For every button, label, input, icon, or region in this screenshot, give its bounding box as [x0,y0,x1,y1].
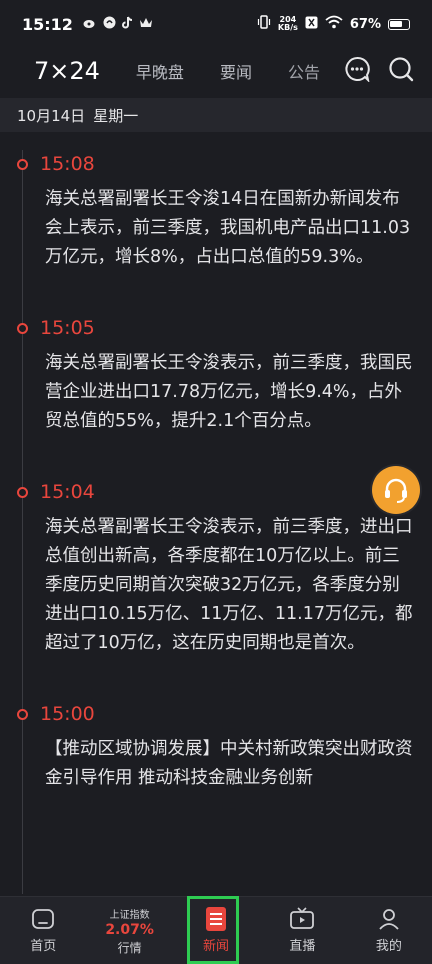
customer-service-button[interactable] [372,466,420,514]
date-bar: 10月14日 星期一 [0,98,432,132]
market-index-name: 上证指数 [109,909,150,921]
feed-time: 15:08 [40,153,95,175]
news-icon [206,907,227,931]
bottom-nav: 首页 上证指数 2.07% 行情 新闻 直播 我的 [0,896,432,964]
status-bar: 15:12 204 KB/s 67% [0,0,432,48]
profile-icon [379,909,399,930]
nav-home[interactable]: 首页 [0,897,86,964]
timeline-dot [17,323,28,334]
market-index-change: 2.07% [105,921,154,938]
home-icon [32,909,55,929]
feed-item[interactable]: 15:04 海关总署副署长王令浚表示，前三季度，进出口总值创出新高，各季度都在1… [0,474,432,658]
date-label: 10月14日 [17,106,86,125]
feed-text: 海关总署副署长王令浚表示，前三季度，进出口总值创出新高，各季度都在10万亿以上。… [45,517,413,653]
tab-headlines[interactable]: 要闻 [220,59,252,83]
nav-news-label: 新闻 [203,939,230,954]
tab-announcements[interactable]: 公告 [288,59,320,83]
timeline-dot [17,159,28,170]
search-button[interactable] [386,54,416,84]
nav-home-label: 首页 [30,939,57,954]
feed-text: 【推动区域协调发展】中关村新政策突出财政资金引导作用 推动科技金融业务创新 [45,739,413,788]
tab-7x24[interactable]: 7×24 [34,57,100,85]
nav-mine[interactable]: 我的 [346,897,432,964]
wifi-icon [325,15,343,33]
chat-icon [345,56,370,82]
feed-item[interactable]: 15:00 【推动区域协调发展】中关村新政策突出财政资金引导作用 推动科技金融业… [0,696,432,793]
crown-icon [139,17,153,31]
nfc-icon [305,16,318,33]
nav-news[interactable]: 新闻 [173,897,259,964]
feed-text: 海关总署副署长王令浚14日在国新办新闻发布会上表示，前三季度，我国机电产品出口1… [45,189,411,267]
status-right: 204 KB/s 67% [257,15,410,33]
battery-percent: 67% [349,16,381,32]
chat-button[interactable] [342,54,372,84]
net-speed-unit: KB/s [277,23,298,32]
status-left: 15:12 [22,15,153,34]
headset-icon [385,478,407,503]
nav-market-label: 行情 [117,940,142,955]
battery-icon [388,18,410,30]
feed-item[interactable]: 15:05 海关总署副署长王令浚表示，前三季度，我国民营企业进出口17.78万亿… [0,310,432,436]
nav-live-label: 直播 [289,939,316,954]
net-speed: 204 KB/s [278,16,298,32]
search-icon [389,57,414,82]
live-tv-icon [290,907,315,929]
status-time: 15:12 [22,14,73,34]
tab-morning-evening[interactable]: 早晚盘 [136,59,184,83]
music-icon [103,16,116,32]
vibrate-icon [257,15,271,33]
weibo-icon [83,17,97,32]
top-nav: 7×24 早晚盘 要闻 公告 [0,48,432,94]
feed-time: 15:05 [40,317,95,339]
news-feed[interactable]: 15:08 海关总署副署长王令浚14日在国新办新闻发布会上表示，前三季度，我国机… [0,132,432,894]
nav-mine-label: 我的 [375,939,402,954]
feed-time: 15:00 [40,703,95,725]
feed-text: 海关总署副署长王令浚表示，前三季度，我国民营企业进出口17.78万亿元，增长9.… [45,353,413,431]
nav-market[interactable]: 上证指数 2.07% 行情 [86,897,172,964]
timeline-dot [17,709,28,720]
feed-time: 15:04 [40,481,95,503]
weekday-label: 星期一 [93,106,139,125]
nav-actions [342,54,416,84]
feed-item[interactable]: 15:08 海关总署副署长王令浚14日在国新办新闻发布会上表示，前三季度，我国机… [0,146,432,272]
nav-live[interactable]: 直播 [259,897,345,964]
tiktok-icon [121,16,133,32]
timeline-dot [17,487,28,498]
